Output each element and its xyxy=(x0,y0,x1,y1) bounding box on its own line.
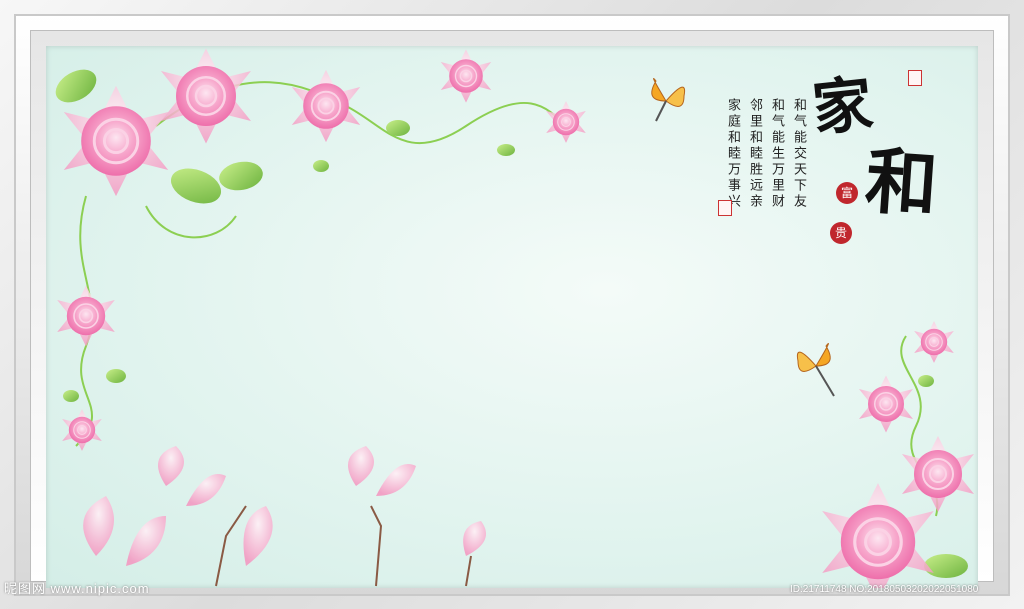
poem-column-3: 邻里和睦胜远亲 xyxy=(747,98,762,210)
artist-seal-top xyxy=(908,70,922,86)
calligraphy-char-jia: 家 xyxy=(809,69,877,145)
red-seal-gui: 贵 xyxy=(830,222,852,244)
artist-seal-bottom xyxy=(718,200,732,216)
calligraphy-char-he: 和 xyxy=(862,137,941,228)
watermark-site: 昵图网 www.nipic.com xyxy=(4,581,150,596)
poem-column-2: 和气能生万里财 xyxy=(769,98,784,210)
poem-column-1: 和气能交天下友 xyxy=(791,98,806,210)
red-seal-fu: 富 xyxy=(836,182,858,204)
poem-column-4: 家庭和睦万事兴 xyxy=(725,98,740,210)
wallpaper-canvas: 家 和 和气能交天下友 和气能生万里财 邻里和睦胜远亲 家庭和睦万事兴 富 贵 xyxy=(46,46,978,588)
watermark-id: ID:21711748 NO:20180503202022051080 xyxy=(790,584,979,595)
